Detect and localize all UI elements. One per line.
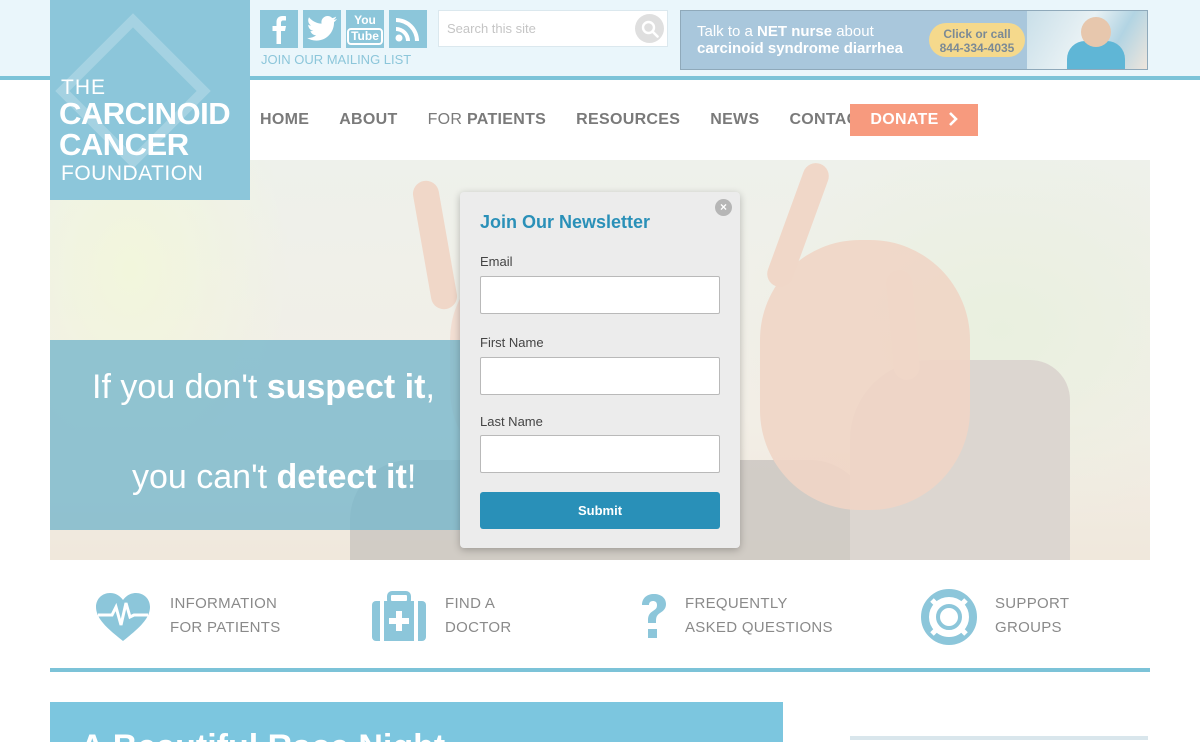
ad-badge-cta: Click or call xyxy=(943,27,1011,41)
search-button[interactable] xyxy=(635,14,664,43)
hero-tagline: If you don't suspect it, you can't detec… xyxy=(50,340,460,530)
chevron-right-icon xyxy=(948,111,958,129)
feature-information-for-patients[interactable]: INFORMATION FOR PATIENTS xyxy=(94,588,294,648)
hero-finger xyxy=(410,178,460,312)
nav-resources[interactable]: RESOURCES xyxy=(576,111,680,129)
ad-call-badge[interactable]: Click or call 844-334-4035 xyxy=(929,23,1025,57)
feature-label-line2: ASKED QUESTIONS xyxy=(685,619,833,636)
feature-label-line1: FREQUENTLY xyxy=(685,595,788,612)
hero-right-hand xyxy=(760,240,970,510)
email-field[interactable] xyxy=(480,276,720,314)
site-logo[interactable]: THE CARCINOID CANCER FOUNDATION xyxy=(50,0,250,200)
feature-label-line1: FIND A xyxy=(445,595,496,612)
nav-for-patients[interactable]: FOR PATIENTS xyxy=(428,111,547,129)
section-divider xyxy=(50,668,1150,672)
feature-find-a-doctor[interactable]: FIND A DOCTOR xyxy=(370,588,550,648)
feature-support-groups[interactable]: SUPPORT GROUPS xyxy=(920,588,1100,648)
feature-label-line2: GROUPS xyxy=(995,619,1062,636)
search-icon xyxy=(641,20,659,38)
email-label: Email xyxy=(480,254,513,269)
logo-line-foundation: FOUNDATION xyxy=(61,162,204,185)
ad-headline-line1: Talk to a NET nurse about xyxy=(697,23,874,40)
main-nav: HOME ABOUT FOR PATIENTS RESOURCES NEWS C… xyxy=(260,104,899,136)
hero-tagline-line1: If you don't suspect it, xyxy=(92,368,435,406)
net-nurse-ad-banner[interactable]: Talk to a NET nurse about carcinoid synd… xyxy=(680,10,1148,70)
newsletter-title: Join Our Newsletter xyxy=(480,212,651,232)
first-name-label: First Name xyxy=(480,335,544,350)
close-icon[interactable]: × xyxy=(715,199,732,216)
search-input[interactable] xyxy=(439,11,629,46)
nav-about[interactable]: ABOUT xyxy=(339,111,397,129)
youtube-icon[interactable]: You Tube xyxy=(346,10,384,48)
youtube-icon-text-tube: Tube xyxy=(347,27,383,45)
feature-label-line1: INFORMATION xyxy=(170,595,278,612)
ad-nurse-figure-head xyxy=(1081,17,1111,47)
feature-label-line1: SUPPORT xyxy=(995,595,1070,612)
feature-label-line2: FOR PATIENTS xyxy=(170,619,281,636)
news-feature-banner[interactable]: A Beautiful Race Night xyxy=(50,702,783,742)
submit-button[interactable]: Submit xyxy=(480,492,720,529)
nav-home[interactable]: HOME xyxy=(260,111,309,129)
hero-tagline-line2: you can't detect it! xyxy=(132,458,417,496)
rss-icon[interactable] xyxy=(389,10,427,48)
medical-kit-icon xyxy=(370,588,428,646)
ad-headline-line2: carcinoid syndrome diarrhea xyxy=(697,40,903,57)
sidebar-box-top-edge xyxy=(850,736,1148,740)
ad-badge-phone: 844-334-4035 xyxy=(939,41,1015,55)
join-mailing-list-link[interactable]: JOIN OUR MAILING LIST xyxy=(261,52,411,67)
youtube-icon-text-you: You xyxy=(354,12,376,27)
nav-news[interactable]: NEWS xyxy=(710,111,759,129)
donate-label: DONATE xyxy=(870,111,939,128)
search-box xyxy=(438,10,668,47)
heartbeat-icon xyxy=(94,588,152,646)
last-name-field[interactable] xyxy=(480,435,720,473)
last-name-label: Last Name xyxy=(480,414,543,429)
newsletter-modal: Join Our Newsletter × Email First Name L… xyxy=(460,192,740,548)
logo-line-cancer: CANCER xyxy=(59,127,189,162)
first-name-field[interactable] xyxy=(480,357,720,395)
facebook-icon[interactable] xyxy=(260,10,298,48)
donate-button[interactable]: DONATE xyxy=(850,104,978,136)
life-ring-icon xyxy=(920,588,978,646)
twitter-icon[interactable] xyxy=(303,10,341,48)
feature-label-line2: DOCTOR xyxy=(445,619,512,636)
feature-frequently-asked-questions[interactable]: FREQUENTLY ASKED QUESTIONS xyxy=(625,588,845,648)
question-mark-icon xyxy=(625,588,683,646)
feature-links: INFORMATION FOR PATIENTS FIND A DOCTOR F… xyxy=(50,560,1150,668)
